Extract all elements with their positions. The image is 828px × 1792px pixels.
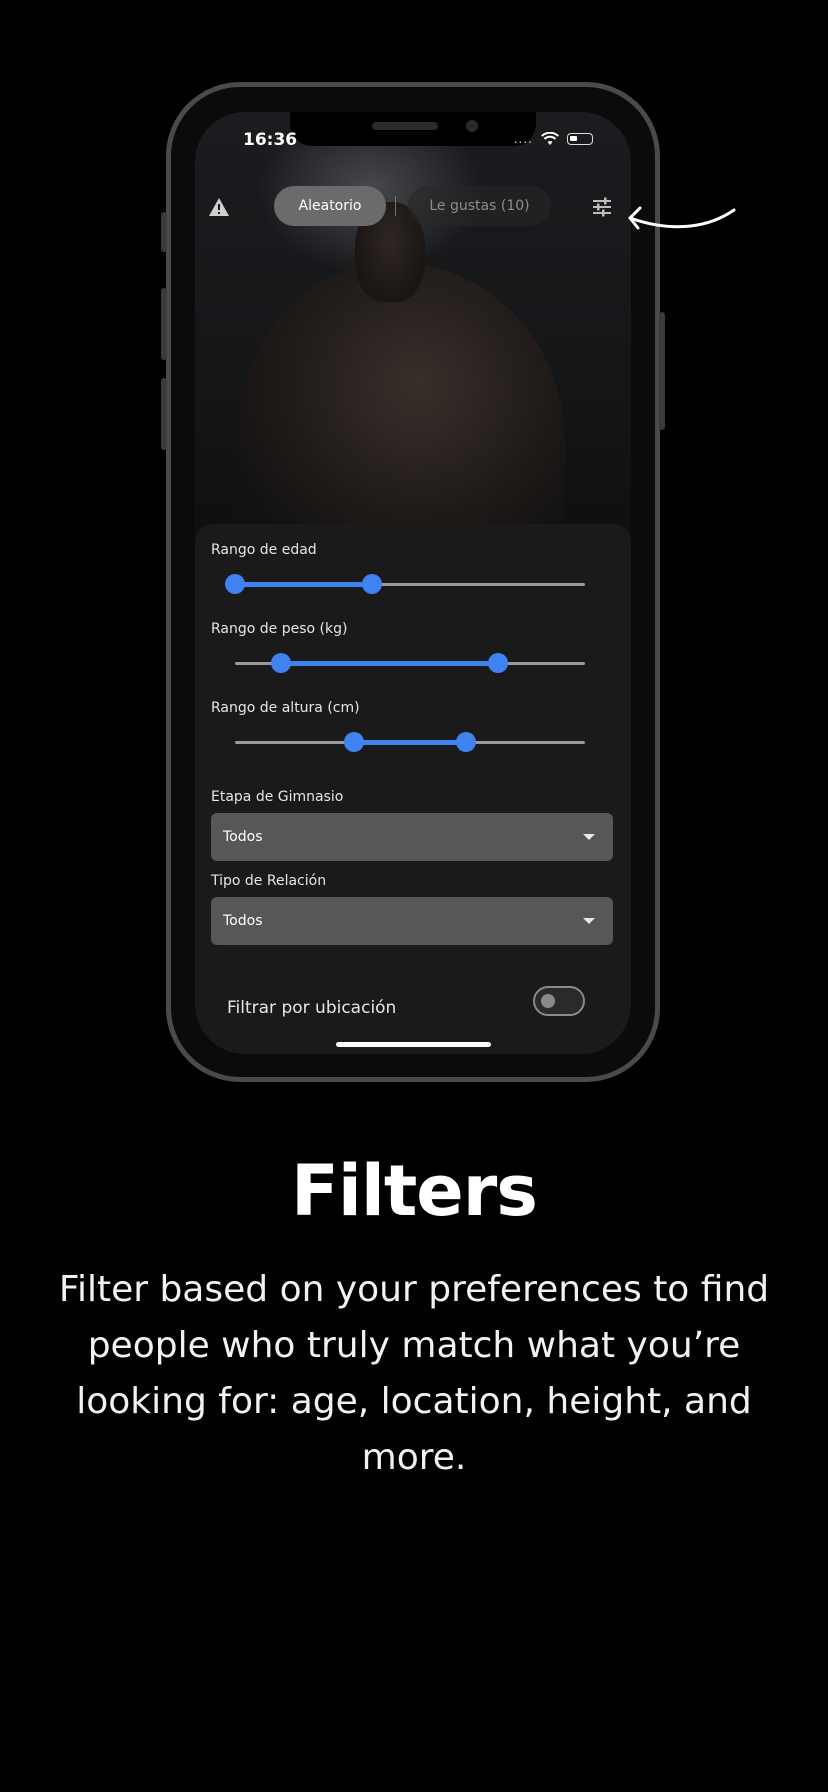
filter-sliders-icon[interactable]	[591, 196, 613, 218]
camera	[466, 120, 478, 132]
photo-subject-body	[235, 262, 565, 562]
location-filter-toggle[interactable]	[533, 986, 585, 1016]
weight-range-slider-max-thumb[interactable]	[487, 653, 508, 673]
height-range-slider-fill	[354, 740, 466, 745]
phone-side-button	[161, 212, 167, 252]
phone-volume-down	[161, 378, 167, 450]
gym-stage-label: Etapa de Gimnasio	[211, 789, 344, 805]
weight-range-slider-fill	[280, 661, 498, 666]
notch	[290, 112, 536, 146]
home-indicator	[336, 1042, 491, 1047]
battery-icon	[567, 133, 593, 145]
signal-icon: ....	[513, 132, 533, 146]
height-range-label: Rango de altura (cm)	[211, 700, 360, 716]
age-range-slider-min-thumb[interactable]	[225, 574, 245, 594]
height-range-slider-min-thumb[interactable]	[344, 732, 364, 752]
age-range-slider-max-thumb[interactable]	[361, 574, 382, 594]
age-range-slider-fill	[235, 582, 372, 587]
profile-photo	[195, 112, 631, 562]
relation-type-select[interactable]: Todos	[211, 897, 613, 945]
wifi-icon	[541, 132, 559, 145]
relation-type-label: Tipo de Relación	[211, 873, 327, 889]
top-bar: Aleatorio Le gustas (10)	[195, 186, 631, 230]
caption-title: Filters	[291, 1150, 538, 1232]
caption-description: Filter based on your preferences to find…	[58, 1269, 770, 1478]
speaker	[372, 122, 438, 130]
relation-type-value: Todos	[223, 913, 263, 929]
phone-volume-up	[161, 288, 167, 360]
tab-random[interactable]: Aleatorio	[274, 186, 386, 226]
filter-sheet: Rango de edad Rango de peso (kg) Rango d…	[195, 524, 631, 1054]
height-range-slider-max-thumb[interactable]	[456, 732, 476, 752]
chevron-down-icon	[583, 834, 595, 840]
chevron-down-icon	[583, 918, 595, 924]
tab-divider	[395, 196, 396, 216]
tab-likes-you[interactable]: Le gustas (10)	[408, 186, 551, 226]
weight-range-label: Rango de peso (kg)	[211, 621, 348, 637]
toggle-knob	[541, 994, 555, 1008]
status-time: 16:36	[243, 130, 298, 150]
gym-stage-select[interactable]: Todos	[211, 813, 613, 861]
location-filter-label: Filtrar por ubicación	[227, 998, 397, 1018]
gym-stage-value: Todos	[223, 829, 263, 845]
phone-power-button	[659, 312, 665, 430]
status-icons: ....	[514, 132, 593, 146]
age-range-label: Rango de edad	[211, 542, 317, 558]
weight-range-slider-min-thumb[interactable]	[270, 653, 291, 673]
warning-icon[interactable]	[208, 196, 230, 218]
pointer-arrow-icon	[628, 206, 736, 230]
phone-screen: 16:36 .... Aleatorio Le gustas (10) Rang…	[195, 112, 631, 1054]
